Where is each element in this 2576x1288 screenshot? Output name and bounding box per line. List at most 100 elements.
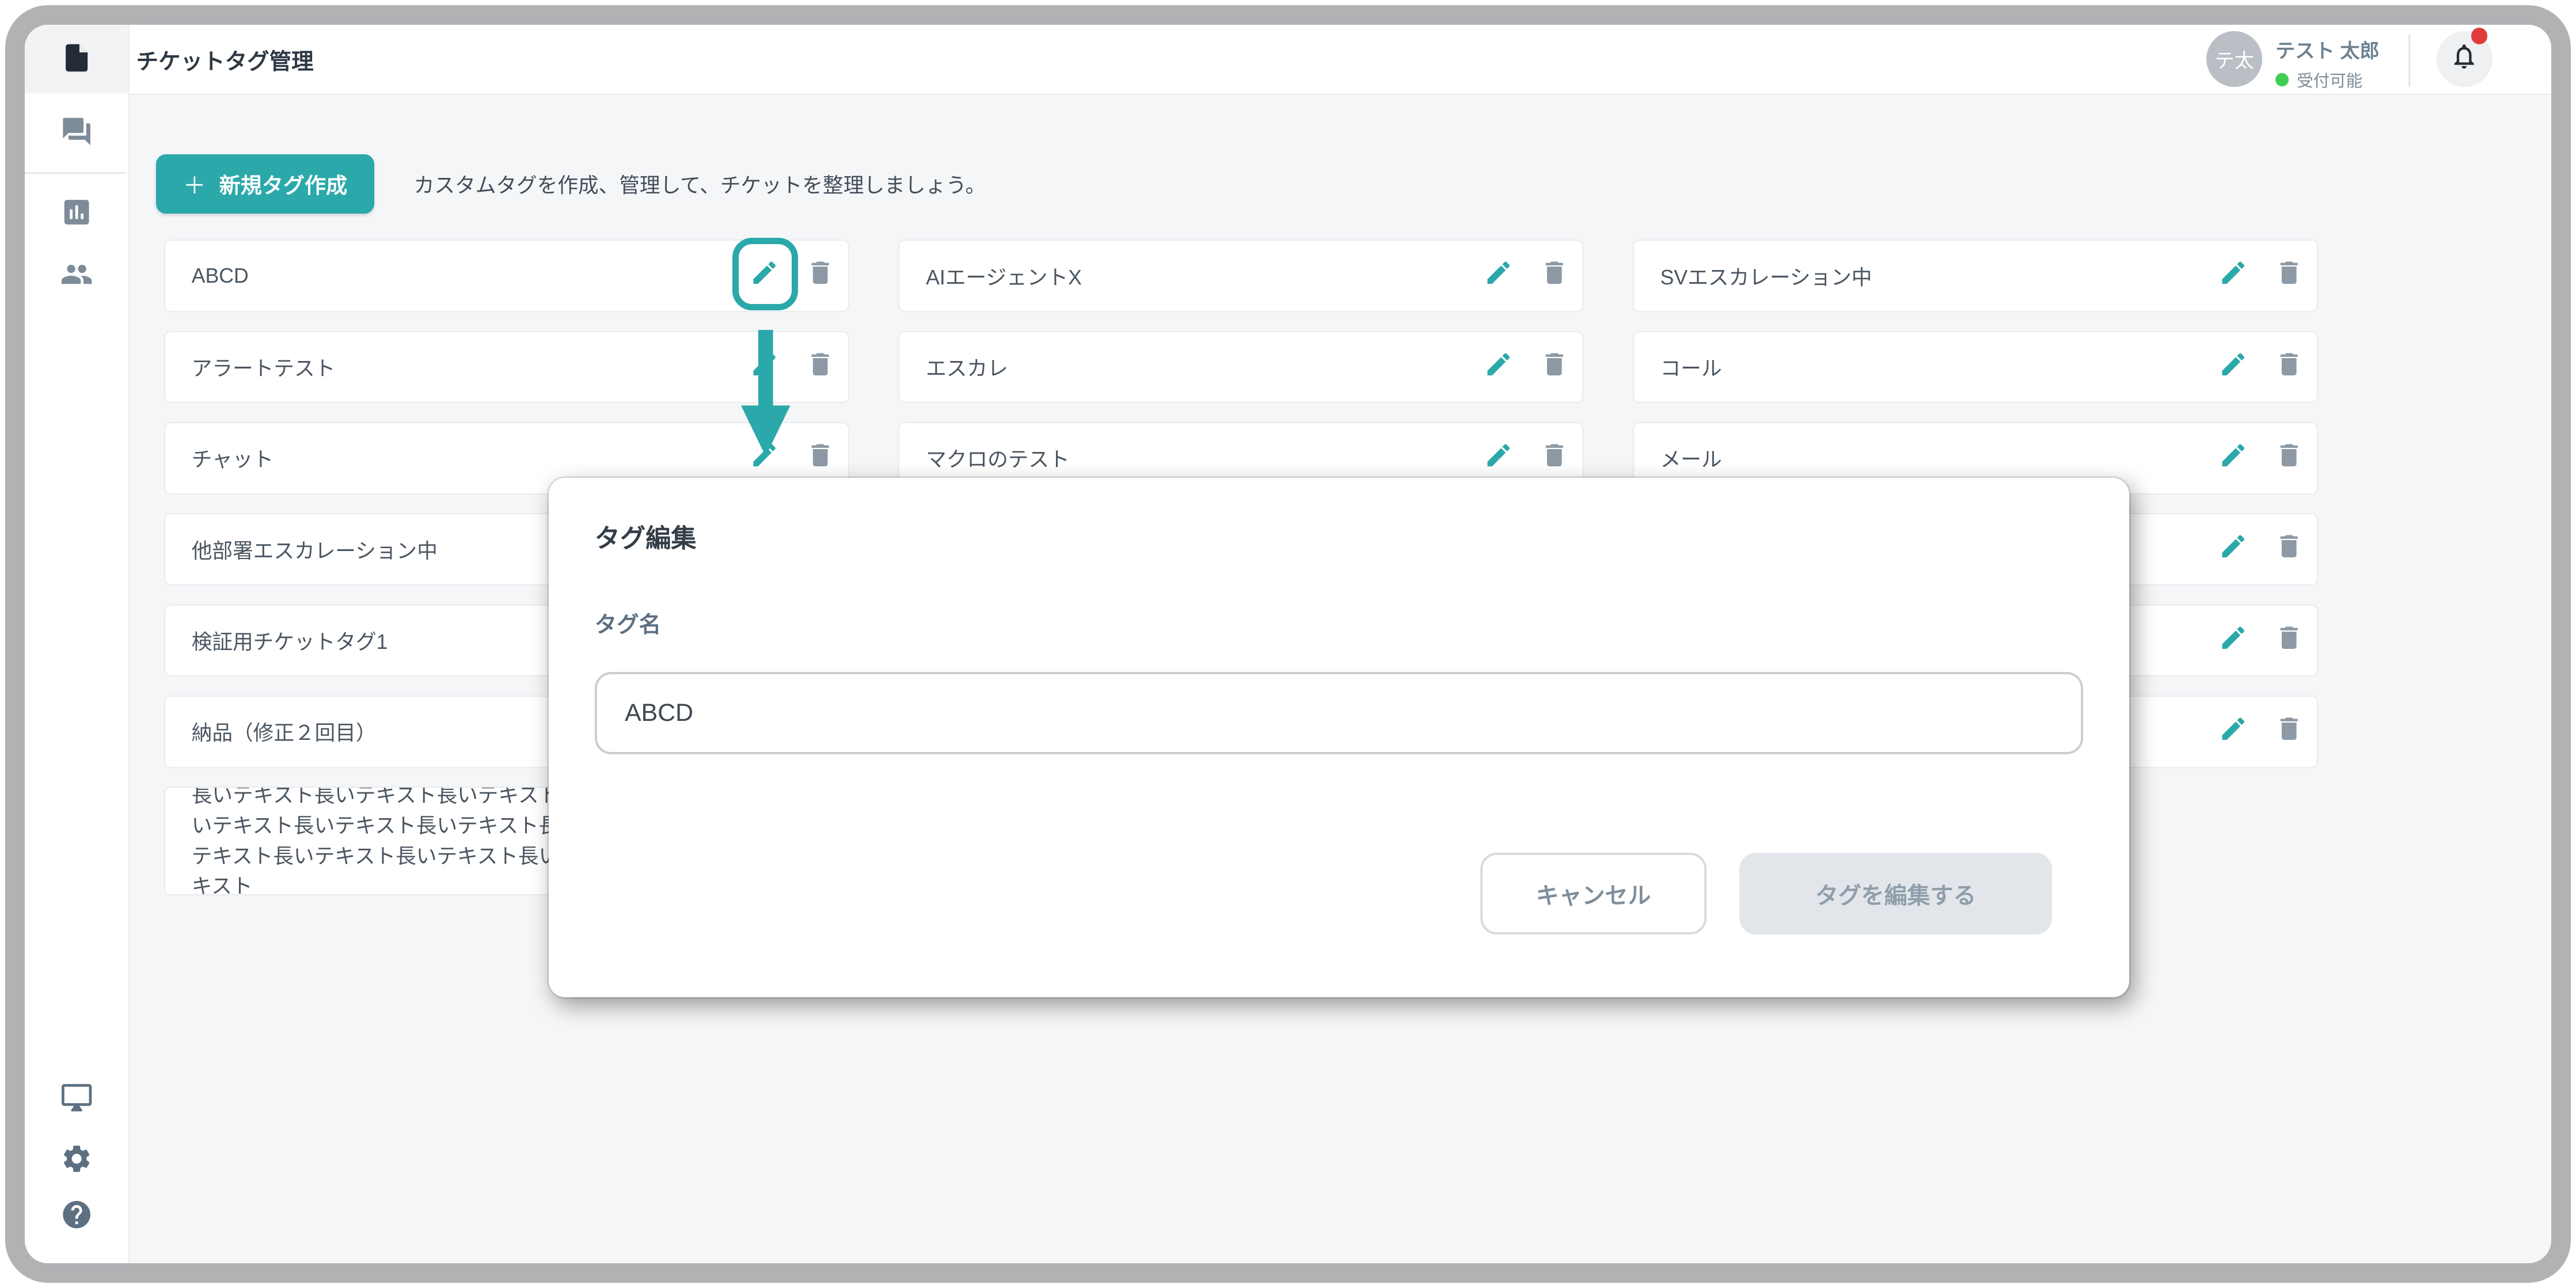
modal-title: タグ編集 [595,518,2083,554]
edit-tag-button[interactable] [1484,261,1513,290]
create-tag-button[interactable]: ＋ 新規タグ作成 [156,154,374,214]
sidebar-item-help[interactable] [58,1199,94,1236]
trash-icon [1540,258,1569,293]
tag-card-actions [1484,332,1569,402]
pencil-icon [1484,440,1513,476]
tag-label: SVエスカレーション中 [1634,261,2317,291]
pencil-icon [1484,349,1513,385]
sidebar-divider [25,172,127,174]
tag-card-actions [2218,241,2304,311]
status-label: 受付可能 [2297,68,2362,92]
avatar-initials: テ太 [2214,44,2254,73]
tag-card-actions [750,332,835,402]
edit-tag-button[interactable] [1484,352,1513,382]
tag-label: AIエージェントX [899,261,1582,291]
tag-name-input[interactable] [595,672,2083,754]
header-divider [2408,35,2410,87]
delete-tag-button[interactable] [2274,352,2304,382]
app-window-frame: チケットタグ管理 テ太 テスト 太郎 受付可能 ＋ 新規タグ [5,5,2571,1283]
delete-tag-button[interactable] [806,443,835,473]
bell-icon [2449,41,2479,77]
pencil-icon [1484,258,1513,293]
tag-card-actions [2218,606,2304,676]
pencil-icon [2218,349,2248,385]
edit-tag-button[interactable] [750,443,779,473]
delete-tag-button[interactable] [806,261,835,290]
pencil-icon [750,258,779,293]
sidebar-item-settings[interactable] [58,1143,94,1180]
user-cluster: テ太 テスト 太郎 受付可能 [2206,25,2551,96]
tag-card-actions [2218,423,2304,493]
document-icon [60,41,93,80]
tag-name-label: タグ名 [595,607,2083,639]
notification-badge [2471,28,2488,44]
delete-tag-button[interactable] [806,352,835,382]
cancel-button[interactable]: キャンセル [1480,853,1707,935]
people-icon [60,258,93,297]
delete-tag-button[interactable] [2274,443,2304,473]
tag-card: コール [1633,331,2318,404]
sidebar-item-workspace[interactable] [58,1082,94,1119]
plus-icon: ＋ [183,167,206,200]
trash-icon [2274,440,2304,476]
tag-label: エスカレ [899,352,1582,382]
tag-card-actions [2218,697,2304,767]
sidebar [25,25,130,1264]
sidebar-item-users[interactable] [58,260,94,296]
pencil-icon [2218,440,2248,476]
edit-tag-button[interactable] [1484,443,1513,473]
pencil-icon [750,349,779,385]
tag-label: アラートテスト [165,352,848,382]
tag-card: AIエージェントX [898,240,1583,312]
edit-tag-button[interactable] [2218,717,2248,746]
pencil-icon [2218,531,2248,567]
delete-tag-button[interactable] [2274,626,2304,655]
delete-tag-button[interactable] [2274,534,2304,564]
trash-icon [2274,714,2304,749]
help-icon [60,1198,93,1237]
trash-icon [2274,258,2304,293]
submit-edit-tag-button[interactable]: タグを編集する [1739,853,2051,935]
delete-tag-button[interactable] [2274,717,2304,746]
delete-tag-button[interactable] [1540,352,1569,382]
edit-tag-button[interactable] [2218,626,2248,655]
user-name: テスト 太郎 [2275,35,2380,63]
trash-icon [1540,349,1569,385]
sidebar-item-tickets[interactable] [58,43,94,79]
bar-chart-icon [60,196,93,234]
notifications-button[interactable] [2437,31,2493,87]
edit-tag-button[interactable] [2218,261,2248,290]
trash-icon [806,258,835,293]
chat-icon [60,115,93,154]
edit-tag-button[interactable] [2218,443,2248,473]
edit-tag-button[interactable] [750,261,779,290]
pencil-icon [2218,714,2248,749]
edit-tag-button[interactable] [2218,352,2248,382]
tag-card-actions [750,241,835,311]
tag-card: アラートテスト [164,331,849,404]
trash-icon [2274,623,2304,658]
delete-tag-button[interactable] [2274,261,2304,290]
trash-icon [806,349,835,385]
tag-card: ABCD [164,240,849,312]
sidebar-item-reports[interactable] [58,197,94,233]
header: チケットタグ管理 テ太 テスト 太郎 受付可能 [130,25,2551,96]
delete-tag-button[interactable] [1540,261,1569,290]
avatar[interactable]: テ太 [2206,31,2262,87]
edit-tag-button[interactable] [2218,534,2248,564]
page-description: カスタムタグを作成、管理して、チケットを整理しましょう。 [414,154,986,214]
edit-tag-button[interactable] [750,352,779,382]
tag-card: SVエスカレーション中 [1633,240,2318,312]
tag-label: ABCD [165,264,848,288]
tag-edit-modal: タグ編集 タグ名 キャンセル タグを編集する [549,478,2129,997]
tag-label: コール [1634,352,2317,382]
tag-label: マクロのテスト [899,443,1582,473]
sidebar-item-chat[interactable] [58,116,94,153]
trash-icon [2274,531,2304,567]
trash-icon [1540,440,1569,476]
tag-label: チャット [165,443,848,473]
delete-tag-button[interactable] [1540,443,1569,473]
user-status: 受付可能 [2275,68,2380,92]
user-info: テスト 太郎 受付可能 [2275,35,2380,92]
pencil-icon [2218,258,2248,293]
